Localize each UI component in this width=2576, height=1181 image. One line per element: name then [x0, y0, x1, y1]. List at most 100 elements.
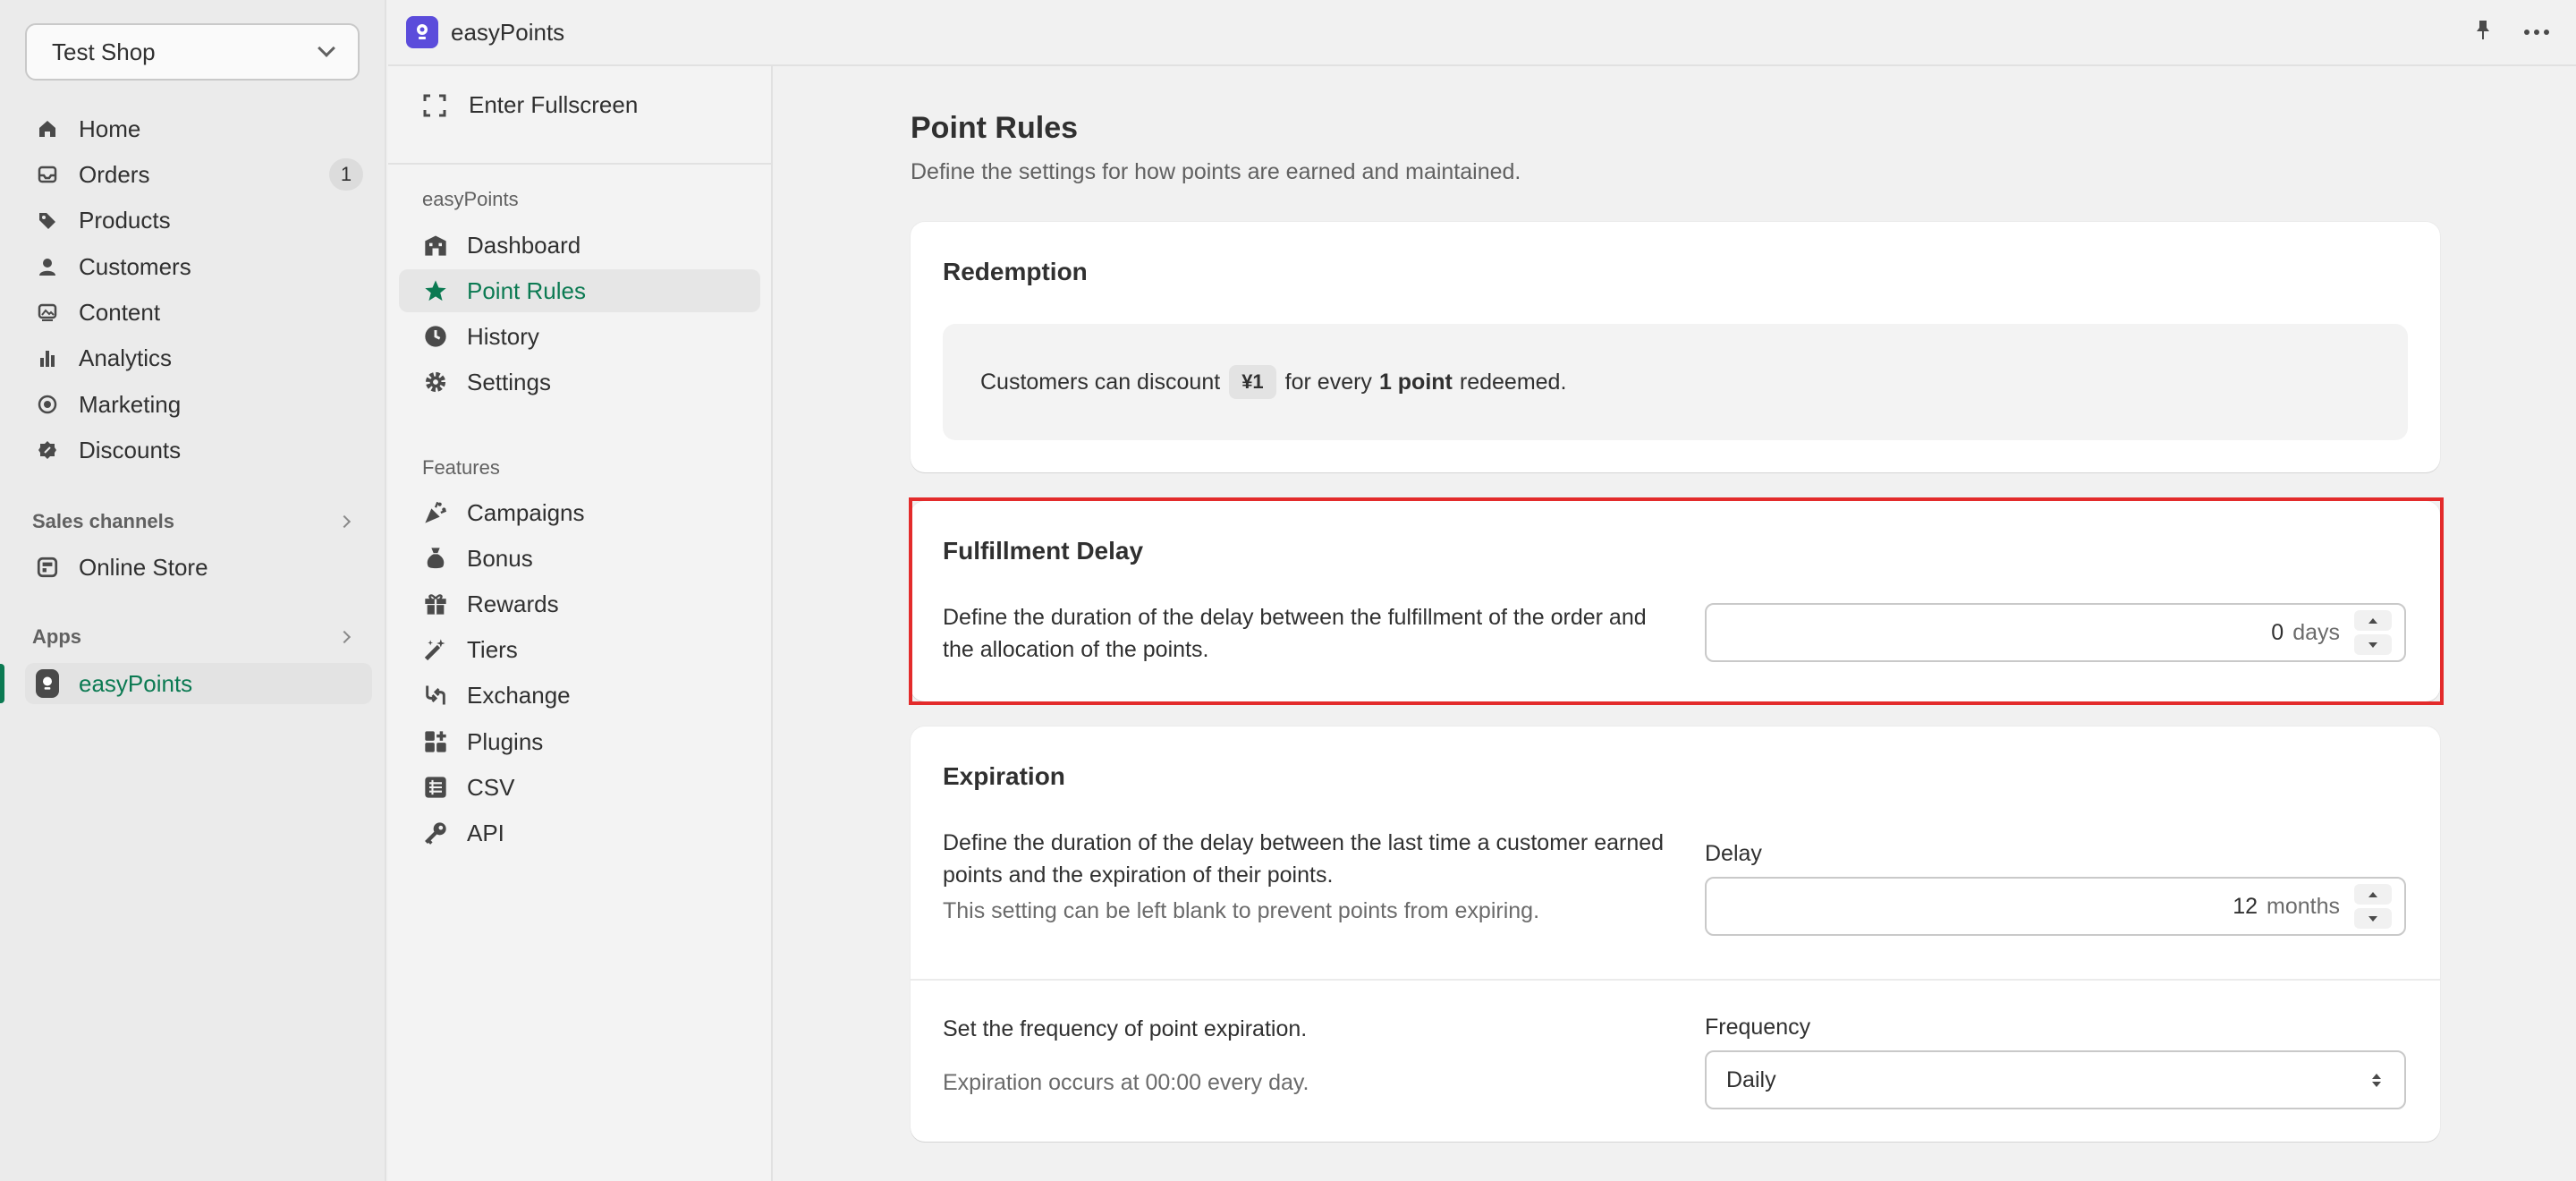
- number-stepper: [2354, 884, 2392, 929]
- sales-channels-label: Sales channels: [32, 510, 174, 532]
- app-topbar: easyPoints: [388, 0, 2576, 66]
- app-nav-campaigns[interactable]: Campaigns: [399, 491, 760, 534]
- app-nav-label: Settings: [467, 368, 551, 395]
- card-title: Redemption: [943, 258, 1088, 285]
- expiration-help: This setting can be left blank to preven…: [943, 898, 1540, 923]
- pin-icon[interactable]: [2472, 19, 2494, 47]
- nav-item-marketing[interactable]: Marketing: [25, 384, 374, 425]
- input-value: 12: [2233, 893, 2258, 919]
- image-icon: [36, 301, 59, 324]
- app-nav-label: Campaigns: [467, 498, 585, 526]
- app-nav-label: Dashboard: [467, 231, 581, 259]
- app-group-label: Features: [422, 456, 500, 479]
- nav-label: Customers: [79, 252, 191, 280]
- nav-item-content[interactable]: Content: [25, 292, 374, 333]
- frequency-help: Expiration occurs at 00:00 every day.: [943, 1070, 1309, 1095]
- fullscreen-icon: [422, 93, 447, 118]
- tag-icon: [36, 208, 59, 232]
- nav-item-customers[interactable]: Customers: [25, 246, 374, 287]
- home-icon: [36, 117, 59, 140]
- app-nav-label: Exchange: [467, 681, 571, 709]
- nav-label: easyPoints: [79, 669, 193, 697]
- app-nav-exchange[interactable]: Exchange: [399, 674, 760, 717]
- shop-selector[interactable]: Test Shop: [25, 23, 360, 81]
- main-content: Point Rules Define the settings for how …: [775, 68, 2576, 1181]
- nav-item-easypoints[interactable]: easyPoints: [25, 663, 372, 704]
- input-unit: months: [2267, 893, 2340, 919]
- nav-label: Online Store: [79, 553, 208, 581]
- app-nav-settings[interactable]: Settings: [399, 361, 760, 404]
- caret-up-icon: [2368, 891, 2377, 897]
- app-nav-dashboard[interactable]: Dashboard: [399, 224, 760, 267]
- nav-label: Content: [79, 298, 161, 326]
- frequency-select[interactable]: Daily: [1705, 1050, 2406, 1109]
- app-nav-plugins[interactable]: Plugins: [399, 720, 760, 763]
- gear-icon: [422, 369, 449, 395]
- chevron-right-icon: [337, 630, 352, 644]
- redemption-summary: Customers can discount ¥1 for every 1 po…: [943, 324, 2408, 440]
- clock-icon: [422, 323, 449, 350]
- admin-sidebar: Test Shop Home Orders 1 Products Custome…: [0, 0, 386, 1181]
- app-nav-label: Point Rules: [467, 276, 586, 304]
- confetti-icon: [422, 499, 449, 526]
- nav-item-analytics[interactable]: Analytics: [25, 337, 374, 378]
- apps-header[interactable]: Apps: [32, 625, 352, 649]
- chevron-down-icon: [318, 39, 335, 57]
- frequency-description: Set the frequency of point expiration.: [943, 1016, 1308, 1041]
- nav-label: Orders: [79, 160, 150, 188]
- app-sidebar: Enter Fullscreen easyPoints Dashboard Po…: [388, 66, 773, 1181]
- discount-icon: [36, 438, 59, 462]
- page-title: Point Rules: [911, 111, 1079, 145]
- app-nav-tiers[interactable]: Tiers: [399, 628, 760, 671]
- expiration-card: Expiration Define the duration of the de…: [911, 726, 2440, 1142]
- redemption-text: for every: [1284, 369, 1372, 395]
- app-nav-bonus[interactable]: Bonus: [399, 537, 760, 580]
- target-icon: [36, 393, 59, 416]
- shop-name: Test Shop: [52, 38, 156, 65]
- nav-item-orders[interactable]: Orders 1: [25, 154, 374, 195]
- select-value: Daily: [1726, 1066, 1776, 1092]
- app-group-label: easyPoints: [422, 188, 519, 210]
- enter-fullscreen-button[interactable]: Enter Fullscreen: [422, 91, 638, 119]
- app-nav-label: Rewards: [467, 590, 559, 617]
- app-nav-csv[interactable]: CSV: [399, 766, 760, 809]
- store-icon: [36, 556, 59, 579]
- fullscreen-label: Enter Fullscreen: [469, 91, 639, 118]
- app-nav-label: History: [467, 322, 539, 350]
- discount-amount: ¥1: [1229, 365, 1276, 399]
- increment-button[interactable]: [2354, 884, 2392, 905]
- nav-label: Analytics: [79, 344, 173, 371]
- inbox-icon: [36, 163, 59, 186]
- nav-item-home[interactable]: Home: [25, 108, 374, 149]
- points-value: 1 point: [1378, 369, 1453, 395]
- expiration-description: Define the duration of the delay between…: [943, 830, 1665, 888]
- app-nav-point-rules[interactable]: Point Rules: [399, 269, 760, 312]
- person-icon: [36, 255, 59, 278]
- chevron-right-icon: [337, 514, 352, 529]
- nav-item-online-store[interactable]: Online Store: [25, 547, 374, 588]
- more-actions-icon[interactable]: [2524, 30, 2549, 35]
- app-nav-rewards[interactable]: Rewards: [399, 582, 760, 625]
- app-nav-label: Tiers: [467, 635, 518, 663]
- bag-icon: [422, 545, 449, 572]
- easypoints-logo-icon: [406, 16, 438, 48]
- nav-item-discounts[interactable]: Discounts: [25, 429, 374, 471]
- nav-item-products[interactable]: Products: [25, 200, 374, 241]
- redemption-text: redeemed.: [1459, 369, 1567, 395]
- orders-count-badge: 1: [329, 158, 363, 191]
- decrement-button[interactable]: [2354, 908, 2392, 929]
- nav-label: Marketing: [79, 390, 182, 418]
- app-nav-api[interactable]: API: [399, 811, 760, 854]
- app-nav-label: CSV: [467, 773, 515, 801]
- expiration-delay-input[interactable]: 12 months: [1705, 877, 2406, 936]
- card-title: Expiration: [943, 762, 1065, 790]
- app-nav-label: Plugins: [467, 727, 544, 755]
- app-nav-history[interactable]: History: [399, 315, 760, 358]
- select-arrows-icon: [2372, 1073, 2381, 1087]
- easypoints-app-icon: [36, 669, 59, 698]
- magic-wand-icon: [422, 636, 449, 663]
- sales-channels-header[interactable]: Sales channels: [32, 510, 352, 533]
- app-nav-label: API: [467, 819, 504, 846]
- page-subtitle: Define the settings for how points are e…: [911, 159, 1521, 184]
- exchange-icon: [422, 682, 449, 709]
